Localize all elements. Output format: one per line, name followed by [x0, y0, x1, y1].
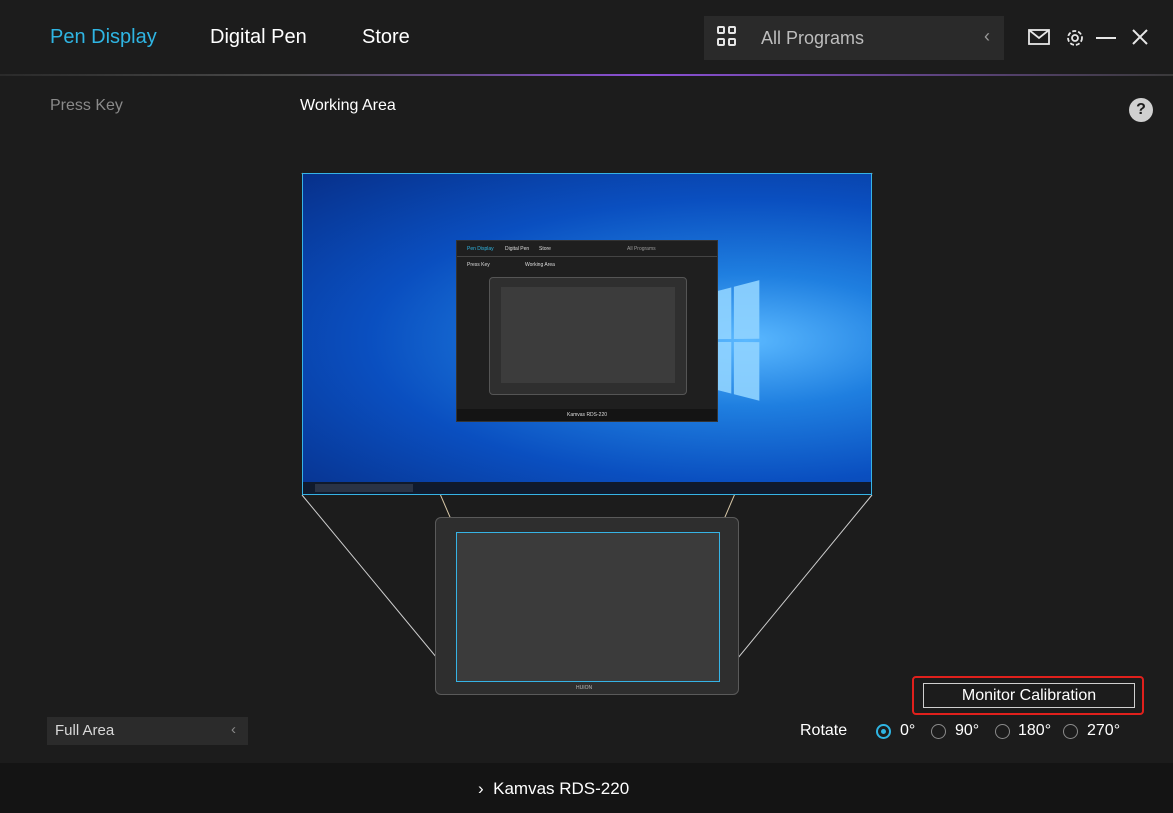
rotate-90-radio[interactable]	[931, 724, 946, 739]
rotate-180-label[interactable]: 180°	[1018, 722, 1051, 740]
device-footer: › Kamvas RDS-220	[0, 763, 1173, 813]
mini-app-window: Pen Display Digital Pen Store All Progra…	[456, 240, 718, 422]
tablet-active-area	[456, 532, 720, 682]
mini-tablet	[489, 277, 687, 395]
mini-tab-store: Store	[539, 246, 551, 252]
mini-device-name: Kamvas RDS-220	[567, 412, 608, 418]
mini-tab-pen-display: Pen Display	[467, 246, 494, 252]
rotate-0-label[interactable]: 0°	[900, 722, 915, 740]
rotate-180-radio[interactable]	[995, 724, 1010, 739]
device-name: Kamvas RDS-220	[493, 779, 630, 798]
tablet-brand-label: HUION	[576, 685, 593, 691]
taskbar-search	[315, 484, 413, 492]
chevron-right-icon: ›	[478, 779, 494, 798]
rotate-270-label[interactable]: 270°	[1087, 722, 1120, 740]
desktop-preview: Pen Display Digital Pen Store All Progra…	[302, 173, 872, 495]
mini-subtab-press-key: Press Key	[467, 262, 490, 268]
mini-footer: Kamvas RDS-220	[457, 409, 717, 421]
area-select-dropdown[interactable]: Full Area ‹	[47, 717, 248, 745]
mini-subtab-working-area: Working Area	[525, 262, 555, 268]
rotate-90-label[interactable]: 90°	[955, 722, 979, 740]
windows-logo	[711, 280, 760, 402]
tablet-preview: HUION	[435, 517, 739, 695]
rotate-label: Rotate	[800, 722, 848, 739]
area-select-value: Full Area	[55, 722, 115, 739]
mini-tablet-screen	[501, 287, 675, 383]
mini-tab-digital-pen: Digital Pen	[505, 246, 530, 252]
taskbar	[303, 482, 871, 494]
rotate-0-radio[interactable]	[876, 724, 891, 739]
mini-app-header: Pen Display Digital Pen Store All Progra…	[457, 241, 717, 257]
rotate-270-radio[interactable]	[1063, 724, 1078, 739]
device-selector[interactable]: › Kamvas RDS-220	[478, 779, 629, 799]
mini-program-selector: All Programs	[627, 246, 656, 252]
monitor-calibration-button[interactable]: Monitor Calibration	[923, 683, 1135, 708]
tablet-buttons	[680, 522, 716, 535]
chevron-left-icon[interactable]: ‹	[231, 721, 236, 738]
